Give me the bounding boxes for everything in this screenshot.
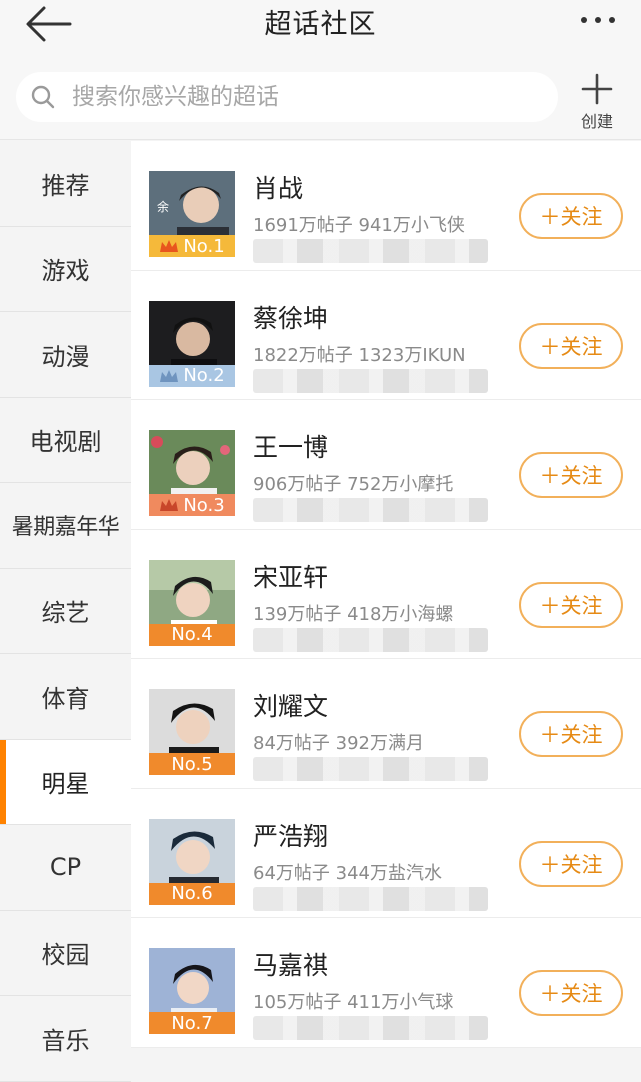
list-item[interactable]: No.6 严浩翔 64万帖子 344万盐汽水 ＋关注 bbox=[131, 789, 641, 918]
search-bar: 创建 bbox=[0, 60, 641, 140]
sidebar-item-recommend[interactable]: 推荐 bbox=[0, 141, 131, 227]
avatar[interactable]: No.5 bbox=[149, 689, 235, 775]
topic-name: 肖战 bbox=[253, 174, 304, 203]
back-button[interactable] bbox=[22, 4, 74, 44]
sidebar-item-cp[interactable]: CP bbox=[0, 825, 131, 911]
topic-name: 宋亚轩 bbox=[253, 562, 329, 592]
rank-badge: No.1 bbox=[149, 235, 235, 257]
sidebar-item-music[interactable]: 音乐 bbox=[0, 996, 131, 1082]
avatar[interactable]: No.3 bbox=[149, 430, 235, 516]
follow-button[interactable]: ＋关注 bbox=[519, 581, 623, 628]
search-icon bbox=[31, 85, 55, 109]
list-item[interactable]: No.2 蔡徐坤 1822万帖子 1323万IKUN ＋关注 bbox=[131, 271, 641, 400]
follow-button[interactable]: ＋关注 bbox=[519, 970, 623, 1016]
search-input[interactable] bbox=[72, 84, 522, 110]
list-item[interactable]: No.4 宋亚轩 139万帖子 418万小海螺 ＋关注 bbox=[131, 530, 641, 659]
avatar[interactable]: No.6 bbox=[149, 818, 235, 905]
topic-stats: 105万帖子 411万小气球 bbox=[253, 992, 454, 1013]
avatar[interactable]: No.2 bbox=[149, 300, 235, 387]
follow-button[interactable]: ＋关注 bbox=[519, 840, 623, 887]
rank-badge: No.7 bbox=[149, 1012, 235, 1034]
topic-name: 马嘉祺 bbox=[253, 951, 329, 980]
sidebar-item-games[interactable]: 游戏 bbox=[0, 227, 131, 312]
back-arrow-icon bbox=[26, 6, 72, 42]
avatar[interactable]: No.4 bbox=[149, 559, 235, 646]
sidebar-item-campus[interactable]: 校园 bbox=[0, 911, 131, 996]
topic-stats: 64万帖子 344万盐汽水 bbox=[253, 862, 442, 884]
topic-stats: 906万帖子 752万小摩托 bbox=[253, 474, 454, 495]
blurred-description bbox=[253, 886, 488, 911]
avatar[interactable]: No.7 bbox=[149, 948, 235, 1034]
rank-badge: No.4 bbox=[149, 623, 235, 646]
topic-stats: 1822万帖子 1323万IKUN bbox=[253, 344, 466, 366]
search-box[interactable] bbox=[16, 72, 558, 122]
follow-button[interactable]: ＋关注 bbox=[519, 193, 623, 239]
page-title: 超话社区 bbox=[264, 8, 377, 40]
topic-stats: 84万帖子 392万满月 bbox=[253, 733, 424, 754]
rank-badge: No.2 bbox=[149, 364, 235, 387]
topic-name: 刘耀文 bbox=[253, 692, 329, 721]
list-item[interactable]: 余 No.1 肖战 1691万帖子 941万小飞侠 ＋关注 bbox=[131, 141, 641, 271]
create-button[interactable]: 创建 bbox=[571, 72, 623, 132]
svg-text:余: 余 bbox=[157, 199, 169, 214]
sidebar-item-tv-series[interactable]: 电视剧 bbox=[0, 398, 131, 483]
crown-icon bbox=[160, 499, 179, 511]
rank-badge: No.6 bbox=[149, 882, 235, 905]
blurred-description bbox=[253, 757, 488, 781]
sidebar-item-summer-carnival[interactable]: 暑期嘉年华 bbox=[0, 483, 131, 569]
follow-button[interactable]: ＋关注 bbox=[519, 711, 623, 757]
sidebar-item-variety[interactable]: 综艺 bbox=[0, 569, 131, 654]
create-label: 创建 bbox=[580, 112, 613, 131]
sidebar-item-sports[interactable]: 体育 bbox=[0, 654, 131, 740]
blurred-description bbox=[253, 627, 488, 652]
top-bar: 超话社区 bbox=[0, 0, 641, 60]
sidebar-item-stars[interactable]: 明星 bbox=[0, 739, 131, 825]
rank-badge: No.5 bbox=[149, 753, 235, 775]
blurred-description bbox=[253, 368, 488, 393]
topic-name: 严浩翔 bbox=[253, 821, 329, 851]
category-sidebar: 推荐 游戏 动漫 电视剧 暑期嘉年华 综艺 体育 明星 CP 校园 音乐 bbox=[0, 141, 131, 1082]
topic-name: 蔡徐坤 bbox=[253, 303, 329, 333]
crown-icon bbox=[160, 369, 179, 382]
super-topic-list: 余 No.1 肖战 1691万帖子 941万小飞侠 ＋关注 No.2 蔡徐坤 1… bbox=[131, 141, 641, 1048]
follow-button[interactable]: ＋关注 bbox=[519, 322, 623, 369]
topic-name: 王一博 bbox=[253, 433, 329, 462]
follow-button[interactable]: ＋关注 bbox=[519, 452, 623, 498]
topic-stats: 139万帖子 418万小海螺 bbox=[253, 603, 454, 625]
more-dots-icon bbox=[581, 17, 587, 23]
list-item[interactable]: No.3 王一博 906万帖子 752万小摩托 ＋关注 bbox=[131, 400, 641, 530]
blurred-description bbox=[253, 239, 488, 263]
list-item[interactable]: No.5 刘耀文 84万帖子 392万满月 ＋关注 bbox=[131, 659, 641, 789]
crown-icon bbox=[160, 240, 179, 252]
list-item[interactable]: No.7 马嘉祺 105万帖子 411万小气球 ＋关注 bbox=[131, 918, 641, 1048]
topic-stats: 1691万帖子 941万小飞侠 bbox=[253, 215, 465, 236]
blurred-description bbox=[253, 1016, 488, 1040]
more-button[interactable] bbox=[581, 17, 615, 23]
plus-icon bbox=[581, 73, 613, 105]
blurred-description bbox=[253, 498, 488, 522]
sidebar-item-anime[interactable]: 动漫 bbox=[0, 312, 131, 398]
rank-badge: No.3 bbox=[149, 494, 235, 516]
avatar[interactable]: 余 No.1 bbox=[149, 171, 235, 257]
